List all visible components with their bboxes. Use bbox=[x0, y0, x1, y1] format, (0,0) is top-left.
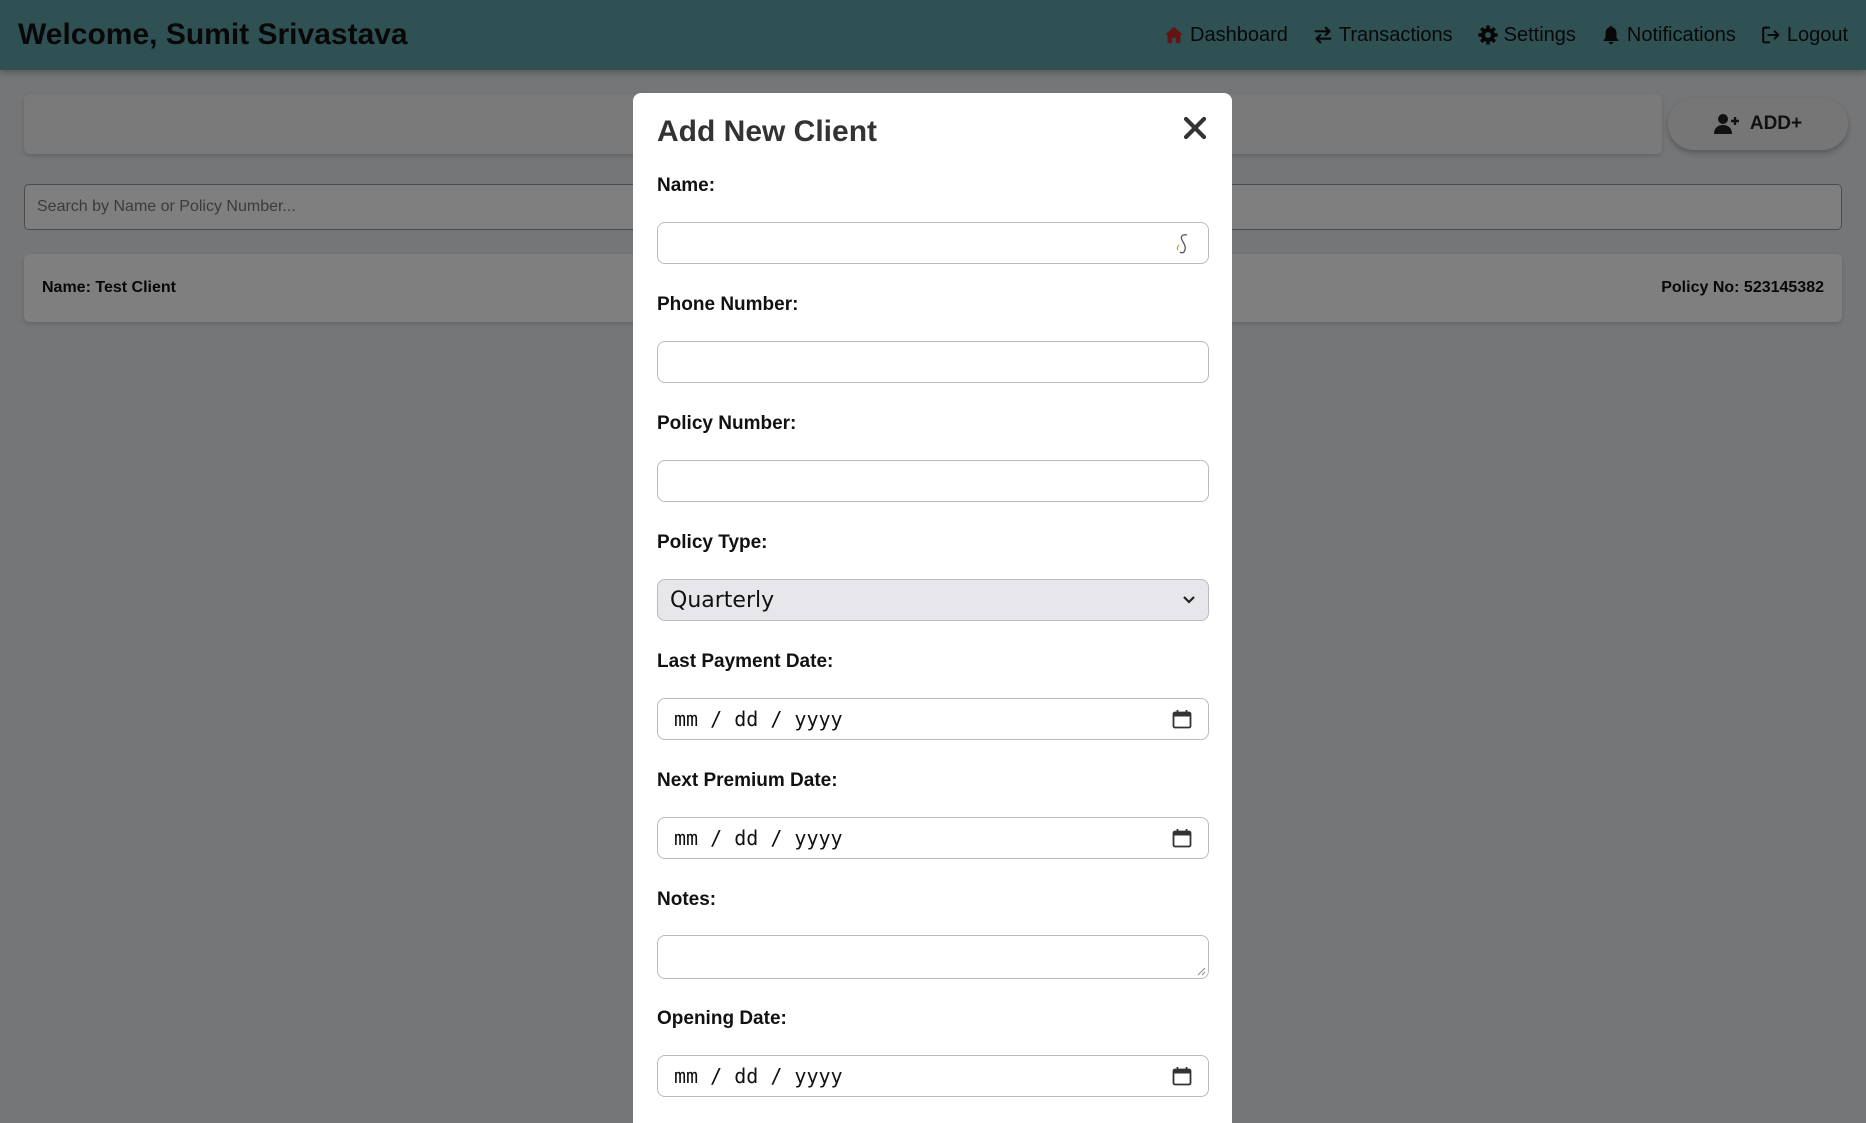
notes-label: Notes: bbox=[657, 889, 717, 910]
last-payment-label: Last Payment Date: bbox=[657, 651, 834, 672]
policy-type-label: Policy Type: bbox=[657, 532, 768, 553]
opening-date-placeholder: mm / dd / yyyy bbox=[674, 1064, 843, 1088]
policy-type-select[interactable]: Quarterly bbox=[657, 579, 1209, 621]
opening-date-input[interactable]: mm / dd / yyyy bbox=[657, 1055, 1209, 1097]
resize-handle-icon[interactable] bbox=[1196, 966, 1206, 976]
opening-date-label: Opening Date: bbox=[657, 1008, 787, 1029]
modal-title: Add New Client bbox=[657, 115, 878, 148]
calendar-icon[interactable] bbox=[1172, 828, 1192, 848]
chevron-down-icon bbox=[1183, 596, 1195, 604]
name-label: Name: bbox=[657, 175, 716, 196]
last-payment-placeholder: mm / dd / yyyy bbox=[674, 707, 843, 731]
phone-label: Phone Number: bbox=[657, 294, 799, 315]
calendar-icon[interactable] bbox=[1172, 709, 1192, 729]
close-icon[interactable] bbox=[1180, 113, 1210, 143]
notes-textarea[interactable] bbox=[657, 935, 1209, 979]
name-input[interactable] bbox=[657, 222, 1209, 264]
next-premium-date-input[interactable]: mm / dd / yyyy bbox=[657, 817, 1209, 859]
next-premium-label: Next Premium Date: bbox=[657, 770, 838, 791]
autofill-icon bbox=[1176, 234, 1188, 254]
last-payment-date-input[interactable]: mm / dd / yyyy bbox=[657, 698, 1209, 740]
policy-number-input[interactable] bbox=[657, 460, 1209, 502]
add-client-modal: Add New Client Name: Phone Number: Polic… bbox=[633, 93, 1232, 1123]
phone-input[interactable] bbox=[657, 341, 1209, 383]
calendar-icon[interactable] bbox=[1172, 1066, 1192, 1086]
next-premium-placeholder: mm / dd / yyyy bbox=[674, 826, 843, 850]
policy-number-label: Policy Number: bbox=[657, 413, 797, 434]
policy-type-value: Quarterly bbox=[670, 587, 775, 613]
